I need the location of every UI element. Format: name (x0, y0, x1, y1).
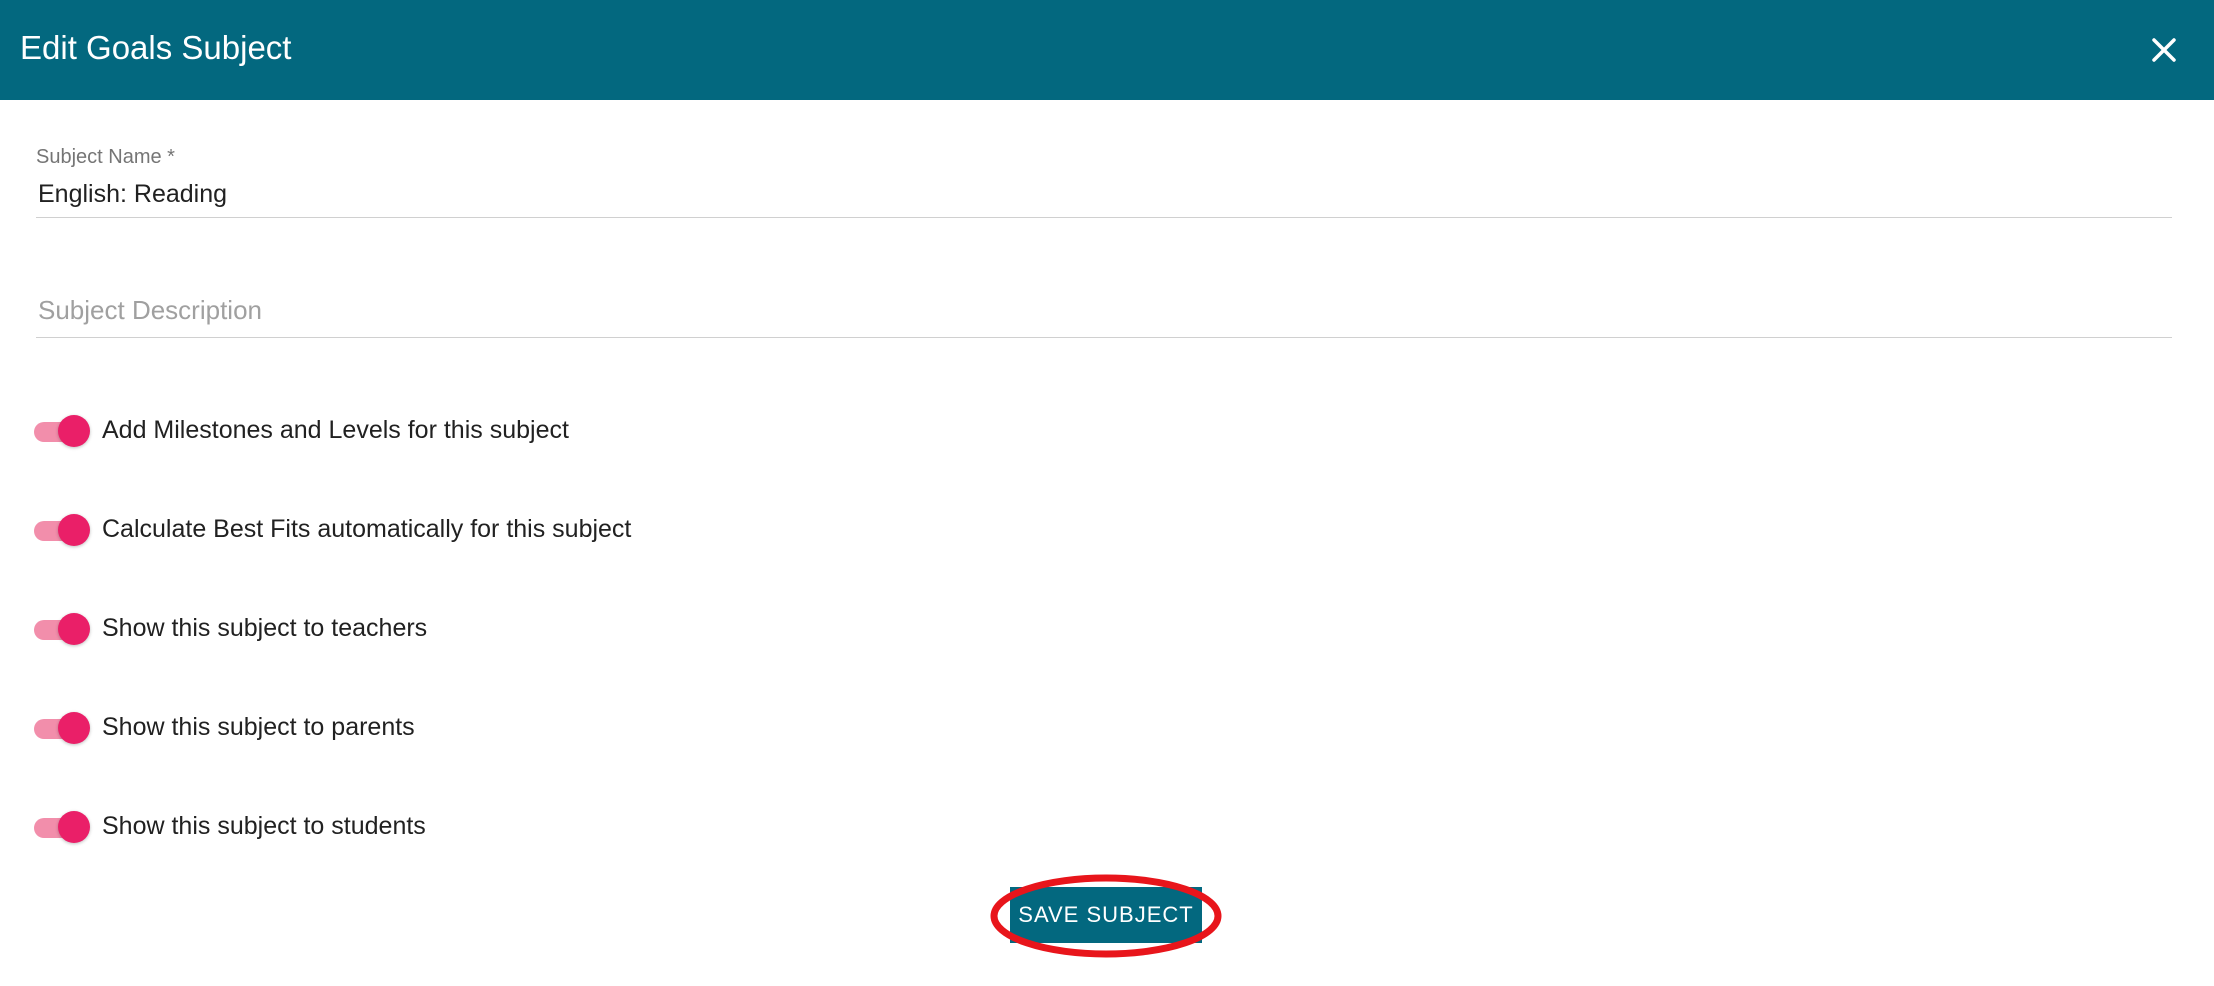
show-students-toggle[interactable] (34, 809, 90, 843)
dialog-title: Edit Goals Subject (20, 29, 292, 66)
toggle-thumb (58, 811, 90, 843)
show-teachers-toggle[interactable] (34, 611, 90, 645)
toggle-thumb (58, 613, 90, 645)
show-students-label: Show this subject to students (102, 812, 426, 840)
subject-name-field: Subject Name * (36, 144, 2176, 218)
toggle-row-milestones-levels: Add Milestones and Levels for this subje… (34, 409, 1034, 449)
subject-description-input[interactable] (36, 290, 2176, 330)
toggle-row-parents: Show this subject to parents (34, 706, 1034, 746)
show-parents-toggle[interactable] (34, 710, 90, 744)
show-teachers-label: Show this subject to teachers (102, 614, 428, 642)
milestones-levels-label: Add Milestones and Levels for this subje… (102, 416, 569, 444)
milestones-levels-toggle[interactable] (34, 413, 90, 447)
dialog-header: Edit Goals Subject (0, 0, 2214, 100)
subject-name-label: Subject Name * (36, 146, 175, 168)
edit-goals-subject-dialog: Edit Goals Subject Subject Name * Add Mi… (0, 0, 2214, 986)
save-subject-button[interactable]: SAVE SUBJECT (1010, 887, 1202, 943)
toggle-row-best-fits: Calculate Best Fits automatically for th… (34, 508, 1034, 548)
close-icon (2152, 38, 2176, 62)
toggle-thumb (58, 514, 90, 546)
toggle-thumb (58, 712, 90, 744)
save-button-area: SAVE SUBJECT (990, 874, 1222, 958)
subject-description-field (36, 290, 2176, 338)
subject-name-input[interactable] (36, 176, 2176, 212)
best-fits-toggle[interactable] (34, 512, 90, 546)
show-parents-label: Show this subject to parents (102, 713, 415, 741)
close-button[interactable] (2144, 30, 2184, 70)
toggle-row-teachers: Show this subject to teachers (34, 607, 1034, 647)
best-fits-label: Calculate Best Fits automatically for th… (102, 515, 632, 543)
subject-description-underline (36, 337, 2172, 338)
toggle-row-students: Show this subject to students (34, 805, 1034, 845)
subject-name-underline (36, 217, 2172, 218)
toggle-thumb (58, 415, 90, 447)
